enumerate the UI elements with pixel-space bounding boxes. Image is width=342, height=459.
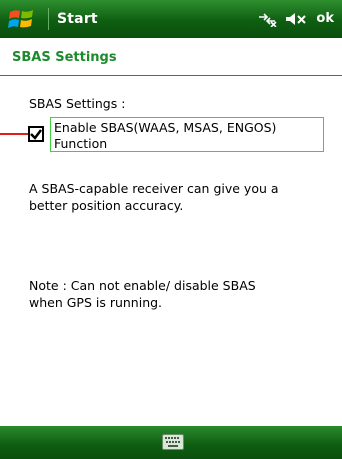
enable-sbas-row[interactable]: Enable SBAS(WAAS, MSAS, ENGOS) Function bbox=[28, 117, 324, 152]
title-separator bbox=[48, 8, 49, 30]
enable-sbas-label-line1: Enable SBAS(WAAS, MSAS, ENGOS) bbox=[54, 120, 277, 135]
callout-pointer bbox=[0, 133, 28, 135]
enable-sbas-label[interactable]: Enable SBAS(WAAS, MSAS, ENGOS) Function bbox=[50, 117, 324, 152]
enable-sbas-checkbox[interactable] bbox=[28, 126, 44, 142]
note-line2: when GPS is running. bbox=[29, 295, 163, 310]
ok-button[interactable]: ok bbox=[314, 8, 336, 30]
title-bar: Start ok bbox=[0, 0, 342, 38]
status-area: ok bbox=[256, 8, 336, 30]
keyboard-icon[interactable] bbox=[162, 434, 184, 450]
volume-muted-icon[interactable] bbox=[284, 8, 308, 30]
settings-panel: SBAS Settings : Enable SBAS(WAAS, MSAS, … bbox=[0, 76, 342, 426]
enable-sbas-label-line2: Function bbox=[54, 136, 108, 151]
soft-key-bar bbox=[0, 426, 342, 459]
connectivity-icon[interactable] bbox=[256, 8, 278, 30]
start-title[interactable]: Start bbox=[57, 8, 98, 30]
note-text: Note : Can not enable/ disable SBAS when… bbox=[29, 277, 319, 311]
checkmark-icon bbox=[30, 129, 42, 140]
windows-start-icon[interactable] bbox=[8, 6, 36, 32]
note-line1: Note : Can not enable/ disable SBAS bbox=[29, 278, 256, 293]
page-header: SBAS Settings bbox=[0, 38, 342, 76]
description-text: A SBAS-capable receiver can give you a b… bbox=[29, 180, 319, 214]
description-line2: better position accuracy. bbox=[29, 198, 184, 213]
description-line1: A SBAS-capable receiver can give you a bbox=[29, 181, 279, 196]
section-label: SBAS Settings : bbox=[29, 96, 126, 111]
page-title: SBAS Settings bbox=[12, 50, 117, 65]
